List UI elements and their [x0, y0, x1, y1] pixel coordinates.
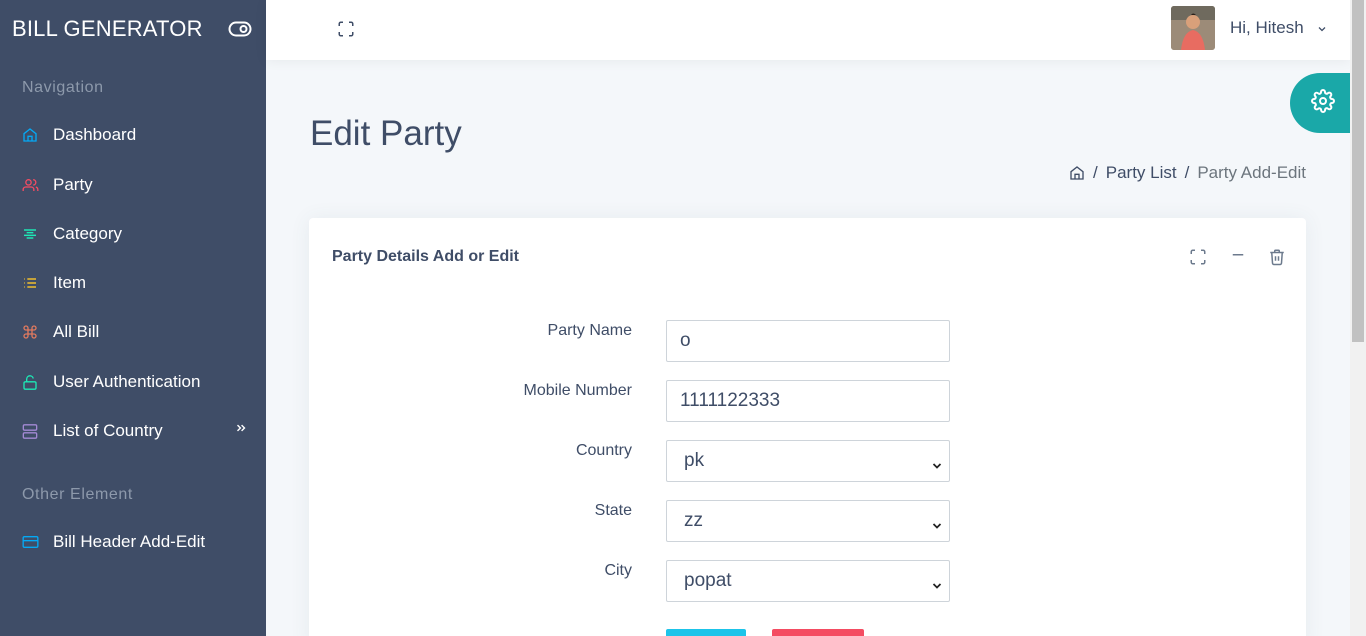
chevron-down-icon[interactable] [1316, 22, 1328, 34]
align-center-icon [21, 225, 39, 243]
sidebar-item-party[interactable]: Party [0, 165, 266, 205]
page-title: Edit Party [310, 114, 462, 153]
party-name-label: Party Name [547, 322, 632, 339]
sidebar-item-item[interactable]: Item [0, 263, 266, 303]
maximize-icon[interactable] [1189, 248, 1207, 266]
server-icon [21, 422, 39, 440]
state-select[interactable]: zz [666, 500, 950, 542]
mobile-number-label: Mobile Number [523, 382, 632, 399]
sidebar-item-label: Party [53, 175, 93, 194]
city-select[interactable]: popat [666, 560, 950, 602]
save-button[interactable] [666, 629, 746, 636]
sidebar-item-label: Item [53, 273, 87, 292]
unlock-icon [21, 373, 39, 391]
sidebar-item-label: All Bill [53, 322, 100, 341]
chevron-down-icon [931, 576, 943, 589]
command-icon [21, 323, 39, 341]
sidebar: BILL GENERATOR Navigation Dashboard Part… [0, 0, 266, 636]
country-selected-value: pk [684, 450, 705, 471]
sidebar-item-bill-header[interactable]: Bill Header Add-Edit [0, 522, 266, 562]
chevrons-right-icon [234, 421, 248, 435]
home-icon [21, 126, 39, 144]
sidebar-item-user-authentication[interactable]: User Authentication [0, 362, 266, 402]
chevron-down-icon [931, 516, 943, 529]
avatar[interactable] [1171, 6, 1215, 50]
sidebar-item-label: Bill Header Add-Edit [53, 532, 206, 551]
state-label: State [594, 502, 632, 519]
sidebar-item-label: User Authentication [53, 372, 201, 391]
top-bar: Hi, Hitesh [266, 0, 1350, 60]
scrollbar-thumb[interactable] [1352, 0, 1364, 342]
list-icon [21, 274, 39, 292]
fullscreen-icon[interactable] [337, 20, 355, 38]
brand: BILL GENERATOR [0, 0, 266, 58]
breadcrumb: / Party List / Party Add-Edit [1069, 163, 1306, 183]
gear-icon [1311, 88, 1335, 118]
sidebar-item-dashboard[interactable]: Dashboard [0, 115, 266, 155]
city-selected-value: popat [684, 570, 732, 591]
sidebar-item-label: Category [53, 224, 122, 243]
card-title: Party Details Add or Edit [332, 248, 519, 265]
breadcrumb-current: Party Add-Edit [1197, 163, 1306, 182]
party-details-card: Party Details Add or Edit Party Name Mob… [309, 218, 1306, 636]
sidebar-toggle-icon[interactable] [228, 19, 252, 39]
settings-button[interactable] [1290, 73, 1350, 133]
nav-caption-other-element: Other Element [22, 486, 133, 503]
brand-title: BILL GENERATOR [12, 16, 203, 41]
breadcrumb-separator: / [1184, 163, 1190, 182]
minimize-icon[interactable] [1229, 248, 1247, 266]
party-name-input[interactable] [666, 320, 950, 362]
home-icon[interactable] [1069, 165, 1085, 181]
nav-caption-navigation: Navigation [22, 79, 104, 96]
trash-icon[interactable] [1268, 248, 1286, 266]
sidebar-item-category[interactable]: Category [0, 214, 266, 254]
mobile-number-input[interactable] [666, 380, 950, 422]
cancel-button[interactable] [772, 629, 864, 636]
country-label: Country [575, 442, 632, 459]
user-greeting[interactable]: Hi, Hitesh [1230, 18, 1304, 38]
vertical-scrollbar[interactable] [1350, 0, 1366, 636]
sidebar-item-label: Dashboard [53, 125, 137, 144]
breadcrumb-separator: / [1093, 163, 1098, 182]
sidebar-item-list-of-country[interactable]: List of Country [0, 411, 266, 451]
sidebar-item-all-bill[interactable]: All Bill [0, 312, 266, 352]
country-select[interactable]: pk [666, 440, 950, 482]
breadcrumb-link-party-list[interactable]: Party List [1106, 163, 1177, 183]
chevron-down-icon [931, 456, 943, 469]
city-label: City [604, 562, 632, 579]
state-selected-value: zz [684, 510, 703, 531]
users-icon [21, 176, 39, 194]
credit-card-icon [21, 533, 39, 551]
sidebar-item-label: List of Country [53, 421, 163, 440]
